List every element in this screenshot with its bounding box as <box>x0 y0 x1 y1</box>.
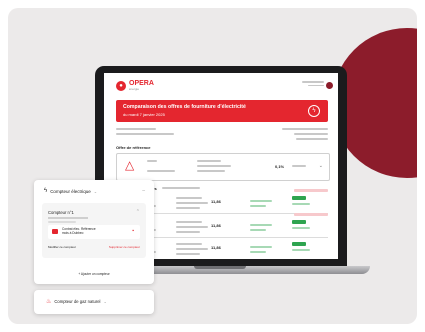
recommended-badge <box>292 220 306 224</box>
summary-line <box>296 138 328 140</box>
reference-price: 0,1% <box>275 164 285 169</box>
chevron-down-icon[interactable]: ⌄ <box>319 163 323 169</box>
chevron-up-icon[interactable]: ⌃ <box>136 209 140 215</box>
panel-title: Compteur électrique <box>50 188 91 194</box>
meter-card: Compteur n°1 ⌃ Contrat élec. Référence m… <box>42 203 146 258</box>
brand-name: OPERA <box>129 80 154 87</box>
add-meter-button[interactable]: + Ajouter un compteur <box>34 272 154 276</box>
chevron-down-icon[interactable]: ⌄ <box>94 189 97 194</box>
warning-triangle-icon: △ <box>125 158 135 172</box>
hero-title: Comparaison des offres de fourniture d'é… <box>123 104 246 110</box>
trash-icon[interactable]: ▪ <box>132 228 134 234</box>
offer-price: 11,86 <box>211 245 221 250</box>
flame-icon: ♨ <box>46 299 52 305</box>
opera-logo-icon: ● <box>116 80 126 91</box>
panel2-header[interactable]: ♨ Compteur de gaz naturel ⌄ <box>46 298 107 305</box>
brand-logo: ● OPERA énergie <box>116 80 154 91</box>
brand-sub: énergie <box>129 87 140 91</box>
recommended-badge <box>292 242 306 246</box>
contract-text: Contrat élec. Référence mois à Dubbeo <box>62 227 96 236</box>
comparison-banner: Comparaison des offres de fourniture d'é… <box>116 100 328 122</box>
meter-title: Compteur n°1 <box>48 210 74 215</box>
offer-price: 11,86 <box>211 223 221 228</box>
hero-date: du mardi 7 janvier 2025 <box>123 112 165 117</box>
user-info <box>302 81 324 86</box>
panel-header[interactable]: ϟ Compteur électrique ⌄ <box>44 188 97 194</box>
offer-price: 11,86 <box>211 199 221 204</box>
client-info-line <box>116 133 174 135</box>
contract-item[interactable]: Contrat élec. Référence mois à Dubbeo ▪ <box>48 225 140 239</box>
gas-meter-panel[interactable]: ♨ Compteur de gaz naturel ⌄ <box>34 290 154 314</box>
avatar[interactable] <box>326 82 333 89</box>
modify-meter-button[interactable]: Modifier ce compteur <box>48 245 76 249</box>
recommended-badge <box>292 196 306 200</box>
electric-meter-panel: ϟ Compteur électrique ⌄ – Compteur n°1 ⌃… <box>34 180 154 284</box>
summary-line <box>294 133 328 135</box>
contract-icon <box>52 229 58 234</box>
more-icon[interactable]: – <box>142 188 145 194</box>
summary-line <box>282 128 328 130</box>
chevron-down-icon[interactable]: ⌄ <box>103 299 106 304</box>
delete-meter-link[interactable]: Supprimer ce compteur <box>109 245 140 249</box>
reference-offer-card: △ 0,1% ⌄ <box>116 153 330 181</box>
panel2-title: Compteur de gaz naturel <box>54 299 101 304</box>
reference-offer-title: Offre de référence <box>116 145 151 150</box>
lightning-icon: ϟ <box>44 188 48 194</box>
client-info-line <box>116 128 156 130</box>
lightning-circle-icon: ϟ <box>308 105 320 117</box>
laptop-notch <box>194 266 246 269</box>
